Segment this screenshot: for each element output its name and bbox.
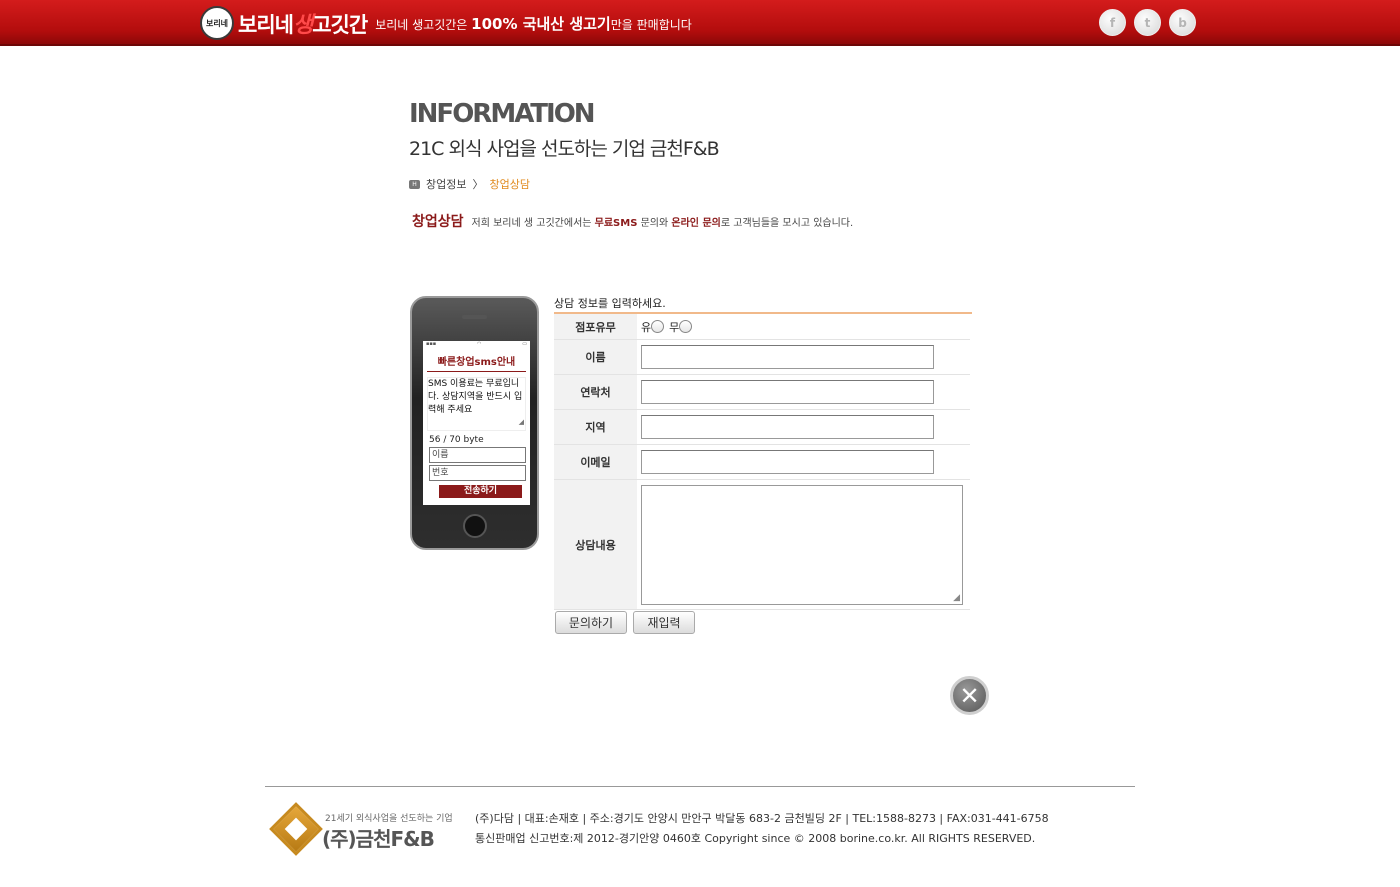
region-input[interactable] (641, 415, 934, 439)
top-header-bar: 보리네 보리네생고깃간 보리네 생고깃간은 100% 국내산 생고기만을 판매합… (0, 0, 1400, 46)
store-yes-radio[interactable] (651, 320, 665, 333)
content-textarea[interactable]: ◢ (641, 484, 963, 605)
section-label: 창업상담 (412, 214, 464, 230)
intro-text-pre: 저희 보리네 생 고깃간에서는 (471, 218, 595, 229)
breadcrumb: H 창업정보 〉 창업상담 (409, 176, 530, 192)
intro-highlight-online: 온라인 문의 (671, 218, 721, 229)
slogan-pre: 보리네 생고깃간은 (375, 17, 472, 32)
store-yes-label: 유 (641, 320, 652, 334)
phone-speaker (462, 315, 487, 319)
email-input[interactable] (641, 450, 934, 474)
store-label: 점포유무 (554, 314, 637, 339)
signal-icon: ▪▪▪ (426, 341, 437, 347)
region-label: 지역 (554, 410, 637, 444)
form-row-region: 지역 (554, 410, 970, 445)
home-icon[interactable]: H (409, 179, 420, 189)
battery-icon: ▭ (522, 341, 527, 347)
wifi-icon: ◠ (477, 341, 482, 347)
logo-wordmark: 보리네생고깃간 (238, 7, 368, 39)
contact-label: 연락처 (554, 375, 637, 409)
company-logo-icon (269, 802, 323, 856)
intro-text-mid: 문의와 (637, 218, 672, 229)
footer-company-name: (주)금천F&B (322, 827, 435, 851)
breadcrumb-separator: 〉 (472, 178, 484, 191)
name-label: 이름 (554, 340, 637, 374)
contact-input[interactable] (641, 380, 934, 404)
sms-phone-widget: ▪▪▪ ◠ ▭ 빠른창업sms안내 SMS 이용료는 무료입니다. 상담지역을 반드… (410, 296, 539, 550)
phone-home-button (463, 514, 487, 538)
phone-status-bar: ▪▪▪ ◠ ▭ (423, 341, 530, 349)
form-row-content: 상담내용 ◢ (554, 480, 970, 610)
logo-part-2: 고깃간 (312, 13, 368, 37)
footer-company-info: (주)다담 | 대표:손재호 | 주소:경기도 안양시 만안구 박달동 683-… (475, 812, 1049, 825)
store-options: 유 무 (637, 314, 970, 339)
slogan-bold: 100% 국내산 생고기 (471, 14, 611, 33)
close-icon[interactable]: ✕ (950, 676, 989, 715)
form-row-email: 이메일 (554, 445, 970, 480)
footer-copyright: 통신판매업 신고번호:제 2012-경기안양 0460호 Copyright s… (475, 832, 1036, 845)
sms-message-text: SMS 이용료는 무료입니다. 상담지역을 반드시 입력해 주세요 (428, 379, 523, 415)
submit-inquiry-button[interactable]: 문의하기 (555, 611, 627, 634)
breadcrumb-current: 창업상담 (489, 178, 530, 191)
form-row-contact: 연락처 (554, 375, 970, 410)
reset-button[interactable]: 재입력 (633, 611, 695, 634)
content-label: 상담내용 (554, 480, 637, 609)
phone-screen: ▪▪▪ ◠ ▭ 빠른창업sms안내 SMS 이용료는 무료입니다. 상담지역을 반드… (423, 341, 530, 505)
resize-grip-icon[interactable]: ◢ (953, 593, 960, 603)
sms-byte-counter: 56 / 70 byte (429, 435, 484, 445)
sms-phone-input[interactable]: 번호 (429, 465, 526, 481)
blog-icon[interactable]: b (1169, 9, 1196, 36)
sms-title: 빠른창업sms안내 (427, 353, 526, 372)
section-intro: 창업상담 저희 보리네 생 고깃간에서는 무료SMS 문의와 온라인 문의로 고… (412, 211, 853, 231)
form-row-name: 이름 (554, 340, 970, 375)
sms-name-input[interactable]: 이름 (429, 447, 526, 463)
footer-divider (265, 786, 1135, 787)
intro-text-post: 로 고객님들을 모시고 있습니다. (720, 218, 854, 229)
twitter-icon[interactable]: t (1134, 9, 1161, 36)
resize-grip-icon[interactable]: ◢ (519, 416, 524, 429)
form-heading: 상담 정보를 입력하세요. (554, 297, 666, 310)
header-slogan: 보리네 생고깃간은 100% 국내산 생고기만을 판매합니다 (375, 13, 692, 34)
company-logo-inner (284, 817, 308, 841)
intro-highlight-sms: 무료SMS (594, 218, 638, 229)
sms-message-textarea[interactable]: SMS 이용료는 무료입니다. 상담지역을 반드시 입력해 주세요 ◢ (427, 377, 526, 431)
form-row-store: 점포유무 유 무 (554, 314, 970, 340)
logo-badge-icon: 보리네 (200, 6, 234, 40)
section-description: 저희 보리네 생 고깃간에서는 무료SMS 문의와 온라인 문의로 고객님들을 … (472, 214, 854, 229)
page-subtitle: 21C 외식 사업을 선도하는 기업 금천F&B (409, 138, 720, 160)
store-no-label: 무 (669, 320, 680, 334)
page-title: INFORMATION (409, 99, 596, 129)
logo-saeng: 생 (292, 13, 313, 38)
slogan-post: 만을 판매합니다 (610, 17, 692, 32)
name-input[interactable] (641, 345, 934, 369)
email-label: 이메일 (554, 445, 637, 479)
logo-part-1: 보리네 (238, 13, 294, 37)
store-no-radio[interactable] (679, 320, 693, 333)
breadcrumb-parent[interactable]: 창업정보 (426, 176, 466, 192)
brand-logo[interactable]: 보리네 보리네생고깃간 보리네 생고깃간은 100% 국내산 생고기만을 판매합… (200, 6, 692, 40)
facebook-icon[interactable]: f (1099, 9, 1126, 36)
sms-send-button[interactable]: 전송하기 (439, 485, 522, 498)
